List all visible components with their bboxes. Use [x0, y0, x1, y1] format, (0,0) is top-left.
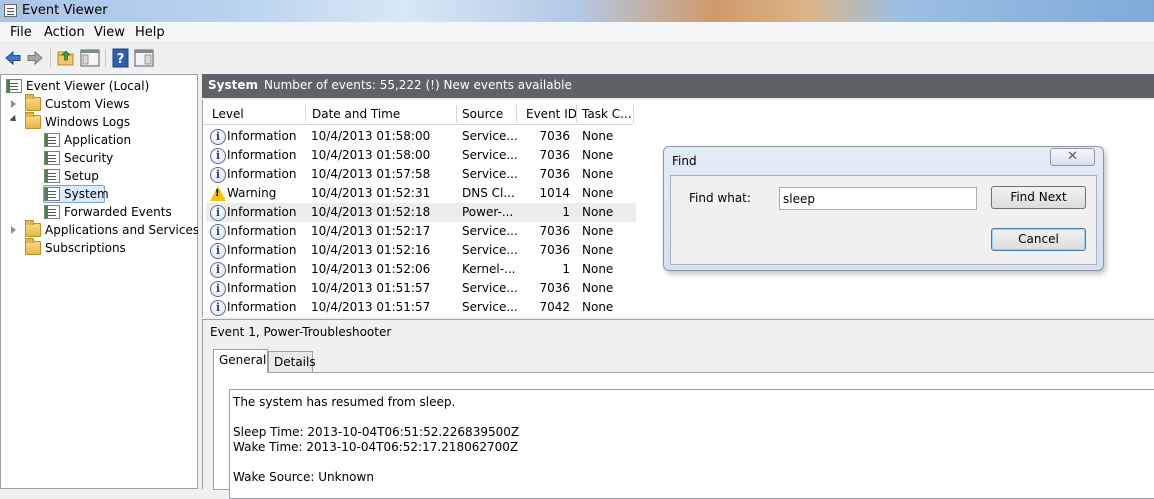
up-folder-icon[interactable] — [56, 48, 76, 68]
log-icon — [44, 205, 60, 219]
table-row[interactable]: Information 10/4/2013 01:52:17 Service..… — [206, 222, 636, 241]
description-line: The system has resumed from sleep. — [233, 395, 456, 409]
cancel-button[interactable]: Cancel — [991, 228, 1086, 251]
find-what-input[interactable] — [779, 187, 977, 210]
log-icon — [44, 151, 60, 165]
table-row[interactable]: Information 10/4/2013 01:52:16 Service..… — [206, 241, 636, 260]
table-row[interactable]: Information 10/4/2013 01:51:57 Service..… — [206, 298, 636, 317]
folder-icon — [25, 220, 41, 237]
general-tab-body: The system has resumed from sleep. Sleep… — [213, 372, 1154, 499]
column-divider[interactable] — [305, 105, 306, 123]
column-divider[interactable] — [576, 105, 577, 123]
information-icon — [210, 224, 226, 240]
tab-general[interactable]: General — [213, 349, 268, 373]
find-dialog-body: Find what: Find Next Cancel — [670, 175, 1097, 265]
event-viewer-icon — [6, 79, 22, 93]
column-header-source[interactable]: Source — [462, 107, 503, 121]
table-row[interactable]: Information 10/4/2013 01:58:00 Service..… — [206, 127, 636, 146]
column-header-event-id[interactable]: Event ID — [526, 107, 577, 121]
folder-icon — [25, 94, 41, 111]
information-icon — [210, 281, 226, 297]
toolbar-separator — [50, 49, 51, 67]
forward-arrow-icon[interactable] — [25, 48, 45, 68]
description-line: Sleep Time: 2013-10-04T06:51:52.22683950… — [233, 425, 520, 439]
folder-icon — [25, 112, 41, 129]
expand-arrow-icon[interactable] — [11, 100, 16, 108]
help-icon[interactable]: ? — [111, 48, 131, 68]
column-divider[interactable] — [633, 105, 634, 123]
menu-file[interactable]: File — [10, 25, 32, 40]
information-icon — [210, 243, 226, 259]
menu-help[interactable]: Help — [135, 25, 165, 40]
menu-action[interactable]: Action — [44, 25, 85, 40]
table-row[interactable]: Information 10/4/2013 01:57:58 Service..… — [206, 165, 636, 184]
warning-icon — [210, 186, 226, 201]
collapse-arrow-icon[interactable] — [9, 114, 19, 125]
log-icon — [44, 169, 60, 183]
information-icon — [210, 148, 226, 164]
column-header-level[interactable]: Level — [212, 107, 244, 121]
description-line: Wake Source: Unknown — [233, 470, 374, 484]
column-header-date-time[interactable]: Date and Time — [312, 107, 400, 121]
event-description[interactable]: The system has resumed from sleep. Sleep… — [229, 389, 1154, 499]
log-header: System Number of events: 55,222 (!) New … — [202, 74, 1154, 98]
toolbar-separator — [105, 49, 106, 67]
log-icon — [44, 187, 60, 201]
log-icon — [44, 133, 60, 147]
information-icon — [210, 205, 226, 221]
toolbar: ? — [0, 44, 1154, 72]
find-what-label: Find what: — [689, 191, 751, 205]
menu-view[interactable]: View — [94, 25, 125, 40]
description-line: Wake Time: 2013-10-04T06:52:17.218062700… — [233, 440, 519, 454]
find-next-button[interactable]: Find Next — [991, 186, 1086, 209]
find-dialog-title: Find — [672, 154, 697, 168]
tab-details[interactable]: Details — [268, 351, 316, 372]
column-header-task-category[interactable]: Task C... — [582, 107, 632, 121]
console-tree: Event Viewer (Local) Custom Views Window… — [0, 74, 217, 489]
back-arrow-icon[interactable] — [3, 48, 23, 68]
table-row[interactable]: Warning 10/4/2013 01:52:31 DNS Cl... 101… — [206, 184, 636, 203]
close-icon: ✕ — [1067, 149, 1078, 164]
information-icon — [210, 300, 226, 316]
folder-icon — [25, 238, 41, 255]
action-pane-icon[interactable] — [134, 48, 154, 68]
expand-arrow-icon[interactable] — [11, 226, 16, 234]
column-divider[interactable] — [456, 105, 457, 123]
information-icon — [210, 167, 226, 183]
table-row[interactable]: Information 10/4/2013 01:52:06 Kernel-..… — [206, 260, 636, 279]
table-row-selected[interactable]: Information 10/4/2013 01:52:18 Power-...… — [206, 203, 636, 222]
show-hide-tree-icon[interactable] — [80, 48, 100, 68]
table-row[interactable]: Information 10/4/2013 01:51:57 Service..… — [206, 279, 636, 298]
log-name: System — [208, 78, 258, 92]
event-viewer-app-icon — [4, 4, 17, 17]
title-bar: Event Viewer — [0, 0, 1154, 22]
event-detail-title: Event 1, Power-Troubleshooter — [210, 325, 392, 339]
information-icon — [210, 129, 226, 145]
information-icon — [210, 262, 226, 278]
menu-bar: File Action View Help — [0, 22, 1154, 43]
window-title: Event Viewer — [22, 3, 108, 18]
find-dialog: Find ✕ Find what: Find Next Cancel — [663, 146, 1104, 271]
close-button[interactable]: ✕ — [1050, 148, 1095, 166]
event-count-summary: Number of events: 55,222 (!) New events … — [264, 78, 572, 92]
column-header-row: Level Date and Time Source Event ID Task… — [203, 103, 634, 125]
event-detail-pane: Event 1, Power-Troubleshooter General De… — [202, 319, 1154, 499]
column-divider[interactable] — [516, 105, 517, 123]
table-row[interactable]: Information 10/4/2013 01:58:00 Service..… — [206, 146, 636, 165]
svg-text:?: ? — [117, 52, 125, 67]
